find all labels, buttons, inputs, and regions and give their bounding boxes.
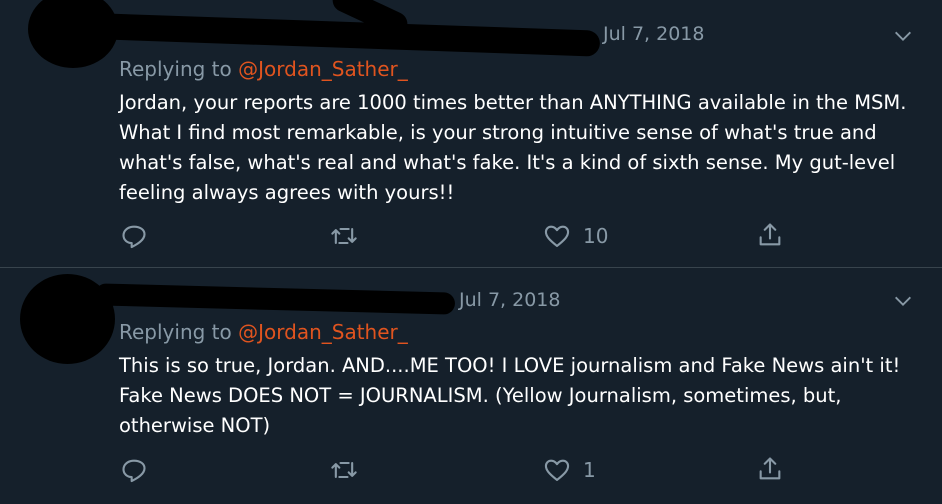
like-count: 10 (583, 224, 609, 248)
reply-icon (122, 225, 146, 249)
replying-to-handle[interactable]: @Jordan_Sather_ (238, 320, 408, 344)
reply-icon (122, 459, 146, 483)
share-icon (759, 223, 781, 246)
replying-to-label: Replying to (119, 57, 232, 81)
tweet-text: This is so true, Jordan. AND....ME TOO! … (119, 354, 901, 437)
retweet-button[interactable] (330, 222, 370, 250)
retweet-icon (331, 227, 357, 245)
chevron-down-icon[interactable] (892, 290, 914, 312)
tweet-date[interactable]: Jul 7, 2018 (459, 289, 561, 311)
chevron-down-icon[interactable] (892, 25, 914, 47)
author-name-redacted[interactable] (94, 283, 456, 315)
like-count: 1 (583, 458, 596, 482)
replying-to-handle[interactable]: @Jordan_Sather_ (238, 57, 408, 81)
heart-icon (544, 225, 570, 247)
tweet[interactable]: Jul 7, 2018 Replying to @Jordan_Sather_ … (0, 268, 942, 504)
replying-to: Replying to @Jordan_Sather_ (119, 57, 408, 81)
tweet[interactable]: Jul 7, 2018 Replying to @Jordan_Sather_ … (0, 0, 942, 268)
tweet-date[interactable]: Jul 7, 2018 (603, 23, 705, 45)
like-button[interactable]: 10 (543, 222, 608, 250)
reply-button[interactable] (120, 456, 160, 484)
heart-icon (544, 459, 570, 481)
share-button[interactable] (756, 455, 784, 483)
tweet-text: Jordan, your reports are 1000 times bett… (119, 91, 907, 204)
author-name-redacted[interactable] (99, 13, 601, 57)
share-button[interactable] (756, 221, 784, 249)
retweet-icon (331, 461, 357, 479)
reply-button[interactable] (120, 222, 160, 250)
replying-to-label: Replying to (119, 320, 232, 344)
retweet-button[interactable] (330, 456, 370, 484)
like-button[interactable]: 1 (543, 456, 596, 484)
share-icon (759, 457, 781, 480)
replying-to: Replying to @Jordan_Sather_ (119, 320, 408, 344)
